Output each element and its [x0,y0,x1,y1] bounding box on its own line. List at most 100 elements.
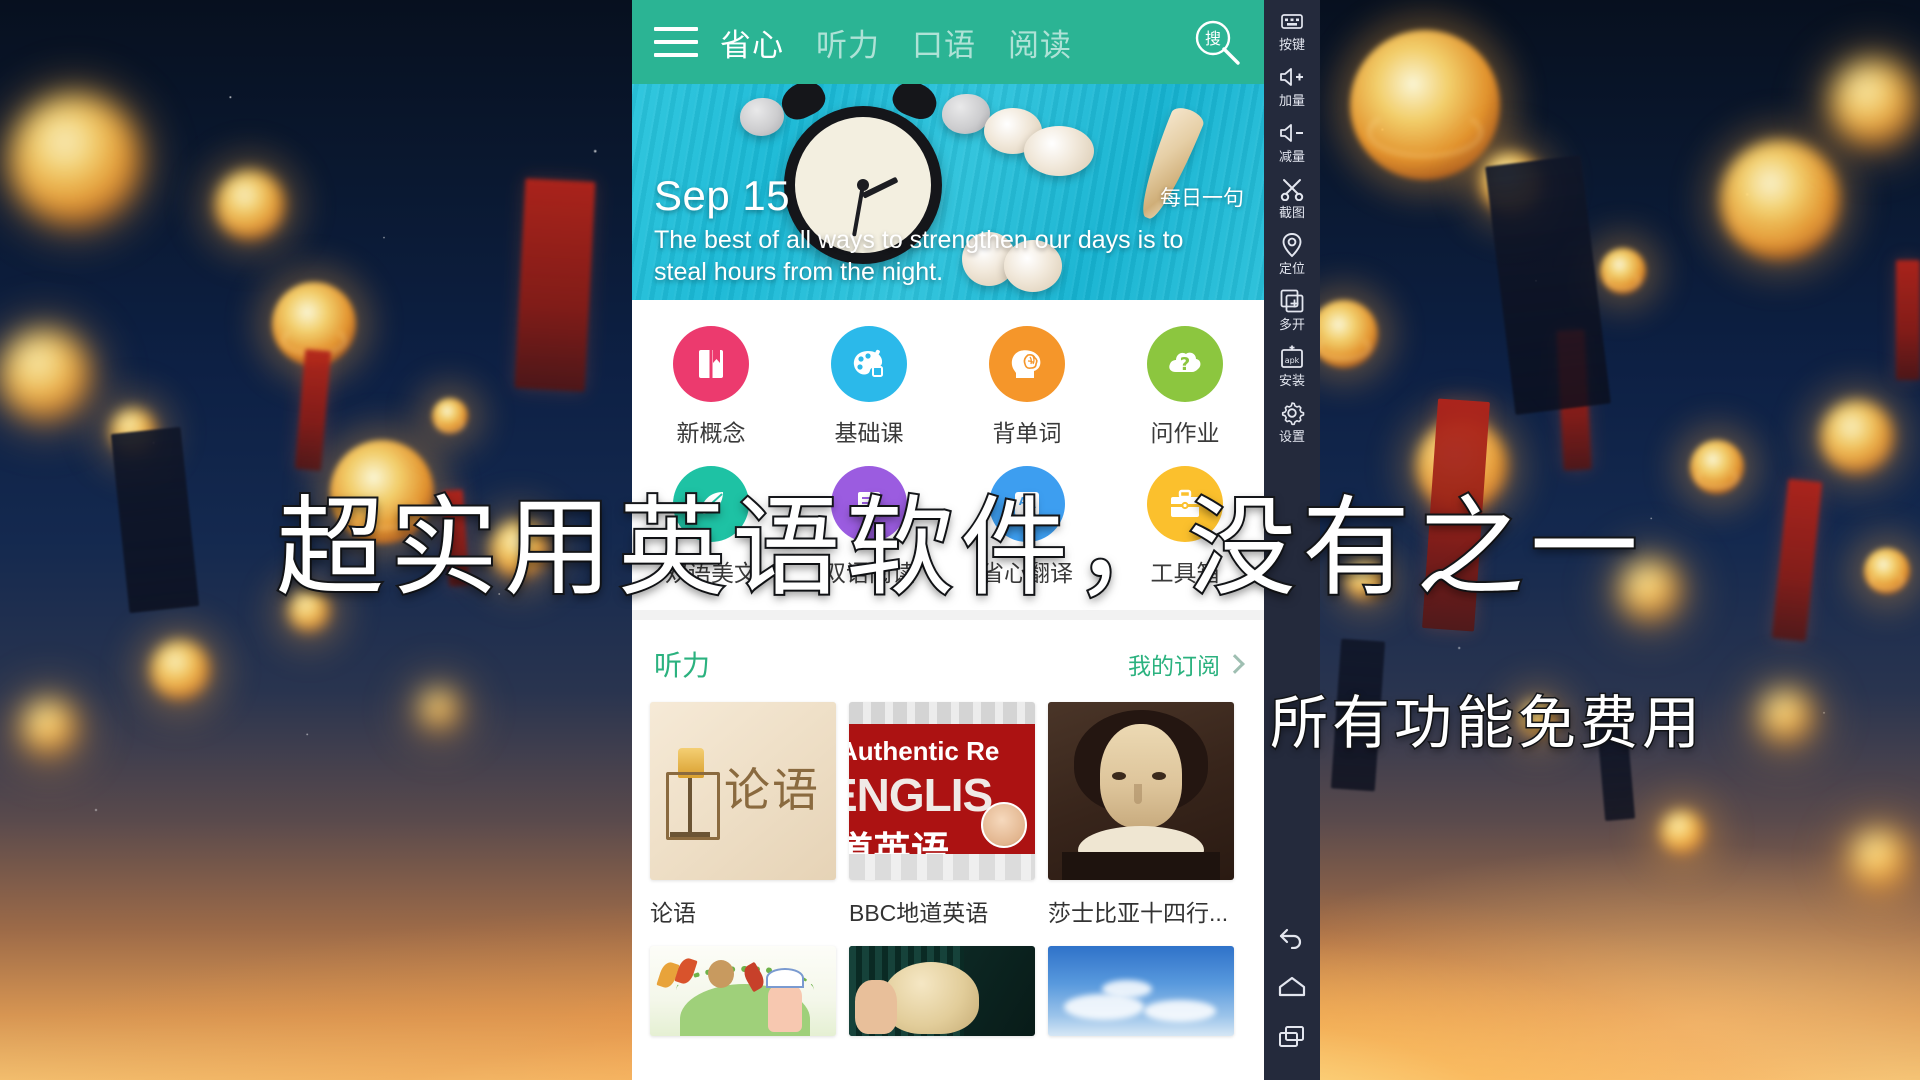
tab-kouyu[interactable]: 口语 [912,20,976,65]
lantern-orb [1310,300,1378,368]
head-brain-icon [989,326,1065,402]
card-title: 莎士比亚十四行... [1048,900,1229,926]
leaf-article-icon [673,466,749,542]
toolbar-item-screenshot[interactable]: 截图 [1264,168,1320,224]
lantern-orb [1820,400,1894,474]
home-icon[interactable] [1277,976,1307,1003]
listening-card[interactable] [1048,946,1234,1036]
svg-text:文: 文 [1026,504,1037,517]
toolbar-item-volume-up[interactable]: 加量 [1264,56,1320,112]
person-blinds-thumbnail [849,946,1035,1036]
lantern-orb [1600,248,1646,294]
back-arrow-icon[interactable] [1278,925,1306,954]
grid-item-gongjuxiang[interactable]: 工具箱 [1106,458,1264,598]
grid-item-label: 基础课 [834,420,904,446]
book-reading-icon [831,466,907,542]
volume-down-icon [1278,118,1306,148]
feature-icon-grid: 新概念 基础课 背单词 ? 问作业 双语美文 双语阅读 A 文 省心翻译 工具箱 [632,300,1264,610]
grid-item-wenzuoye[interactable]: ? 问作业 [1106,318,1264,458]
lantern-orb [1520,700,1556,736]
toolbar-item-label: 定位 [1278,261,1305,276]
toolbar-item-settings[interactable]: 设置 [1264,392,1320,448]
cloud-question-icon: ? [1147,326,1223,402]
svg-text:?: ? [1180,354,1190,375]
thumbnail-artwork-line1: Authentic Re [849,736,1000,766]
toolbar-item-install-apk[interactable]: apk 安装 [1264,336,1320,392]
grid-item-label: 双语美文 [665,560,757,586]
my-subscriptions-link[interactable]: 我的订阅 [1128,647,1245,681]
grid-item-shuangyuyuedu[interactable]: 双语阅读 [790,458,948,598]
lantern-orb [432,398,468,434]
cartoon-autumn-thumbnail [650,946,836,1036]
grid-item-label: 新概念 [676,420,746,446]
hamburger-menu-icon[interactable] [654,27,698,57]
grid-item-jichuke[interactable]: 基础课 [790,318,948,458]
search-glyph-label: 搜 [1205,29,1221,48]
lantern-orb [1620,560,1680,620]
scissors-screenshot-icon [1279,174,1305,204]
grid-item-xingainian[interactable]: 新概念 [632,318,790,458]
hanging-banner [514,178,596,392]
toolbar-item-multi-instance[interactable]: 多开 [1264,280,1320,336]
lantern-orb [1660,810,1704,854]
listening-card[interactable] [650,946,836,1036]
shell-decoration [1024,126,1094,176]
daily-quote-banner[interactable]: Sep 15 The best of all ways to strengthe… [632,84,1264,300]
banner-tag: 每日一句 [1160,187,1244,210]
keyboard-keys-icon [1280,6,1304,36]
thumbnail-artwork-text: 论语 [724,765,820,816]
apk-install-icon: apk [1279,342,1305,372]
tab-shengxin[interactable]: 省心 [720,20,784,65]
toolbar-item-label: 多开 [1278,317,1305,332]
grid-item-label: 问作业 [1150,420,1220,446]
listening-card-row-1: 论语 论语 Authentic Re ENGLIS 道英语 [632,702,1264,928]
toolbar-item-volume-down[interactable]: 减量 [1264,112,1320,168]
multi-instance-icon [1279,286,1305,316]
grid-item-label: 省心翻译 [981,560,1073,586]
banner-quote: The best of all ways to strengthen our d… [654,226,1184,286]
card-title: BBC地道英语 [849,900,989,926]
location-pin-icon [1281,230,1303,260]
lantern-orb [150,640,210,700]
grid-item-shuangyumeiwen[interactable]: 双语美文 [632,458,790,598]
book-icon [673,326,749,402]
recents-icon[interactable] [1278,1025,1306,1054]
authentic-real-english-thumbnail: Authentic Re ENGLIS 道英语 [849,702,1035,880]
gear-settings-icon [1279,398,1305,428]
listening-card[interactable]: Authentic Re ENGLIS 道英语 BBC地道英语 [849,702,1035,928]
lantern-orb [22,700,76,754]
shakespeare-portrait-thumbnail [1048,702,1234,880]
icon-grid-row-2: 双语美文 双语阅读 A 文 省心翻译 工具箱 [632,458,1264,598]
emulator-nav-buttons [1264,925,1320,1080]
grid-item-label: 双语阅读 [823,560,915,586]
screenshot-root: 省心 听力 口语 阅读 搜 Sep 15 The best of all way… [0,0,1920,1080]
tab-yuedu[interactable]: 阅读 [1008,20,1072,65]
listening-card-row-2 [632,928,1264,1036]
top-tab-bar: 省心 听力 口语 阅读 [720,20,1192,65]
toolbar-item-keys[interactable]: 按键 [1264,0,1320,56]
app-header: 省心 听力 口语 阅读 搜 [632,0,1264,84]
grid-item-beidanci[interactable]: 背单词 [948,318,1106,458]
lantern-orb [1720,140,1840,260]
lantern-orb [0,330,90,420]
toolbar-item-location[interactable]: 定位 [1264,224,1320,280]
listening-card[interactable] [849,946,1035,1036]
search-icon[interactable]: 搜 [1192,17,1242,67]
icon-grid-row-1: 新概念 基础课 背单词 ? 问作业 [632,318,1264,458]
toolbar-item-label: 按键 [1278,37,1305,52]
translate-a-icon: A 文 [989,466,1065,542]
listening-card[interactable]: 莎士比亚十四行... [1048,702,1234,928]
lantern-orb [288,590,330,632]
lantern-orb [1345,560,1385,600]
tab-tingli[interactable]: 听力 [816,20,880,65]
blue-sky-thumbnail [1048,946,1234,1036]
lantern-orb [1864,548,1910,594]
grid-item-shengxinfanyi[interactable]: A 文 省心翻译 [948,458,1106,598]
section-title: 听力 [654,650,711,681]
section-divider [632,610,1264,620]
lantern-orb [1350,30,1500,180]
lantern-orb [420,690,458,728]
lantern-orb [330,440,434,544]
lantern-orb [10,95,140,225]
listening-card[interactable]: 论语 论语 [650,702,836,928]
